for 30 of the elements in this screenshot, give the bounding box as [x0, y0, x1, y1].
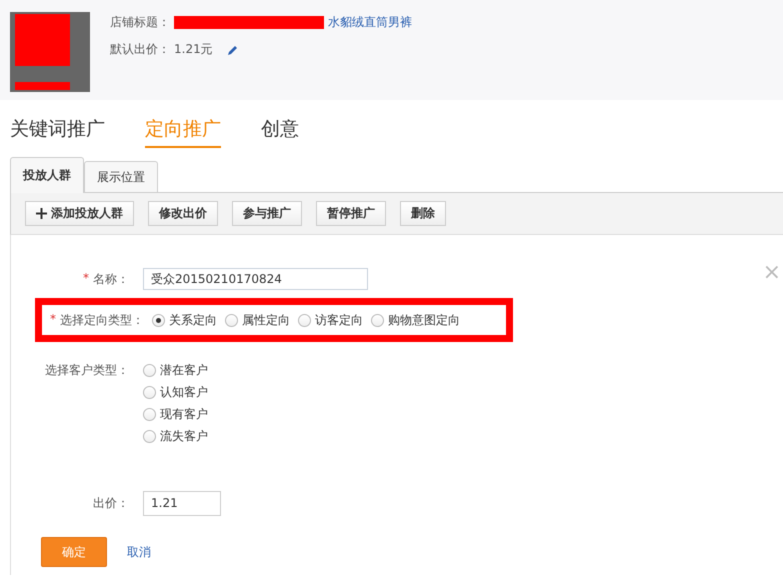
- toolbar-button[interactable]: 删除: [400, 201, 446, 226]
- required-mark: *: [50, 312, 56, 328]
- cancel-link[interactable]: 取消: [127, 544, 151, 560]
- main-tab[interactable]: 关键词推广: [10, 116, 105, 148]
- required-mark: *: [83, 270, 89, 286]
- title-link[interactable]: 水貂绒直筒男裤: [328, 14, 412, 31]
- title-label: 店铺标题：: [110, 14, 170, 31]
- toolbar-button[interactable]: 参与推广: [232, 201, 302, 226]
- name-field[interactable]: 受众20150210170824: [143, 268, 368, 290]
- field-label: 出价：: [93, 494, 129, 512]
- radio-label: 现有客户: [160, 406, 208, 423]
- toolbar-button[interactable]: 修改出价: [148, 201, 218, 226]
- price-label: 默认出价：: [110, 41, 170, 58]
- radio-label: 潜在客户: [160, 362, 208, 379]
- price-value: 1.21元: [174, 41, 213, 58]
- field-label: 选择定向类型：: [60, 312, 144, 328]
- toolbar-button[interactable]: 暂停推广: [316, 201, 386, 226]
- add-button[interactable]: 添加投放人群: [25, 201, 134, 226]
- main-tab[interactable]: 创意: [261, 116, 299, 148]
- sub-tab[interactable]: 展示位置: [84, 161, 158, 192]
- field-label: 选择客户类型：: [45, 362, 129, 379]
- radio-label: 流失客户: [160, 428, 208, 445]
- radio-label: 访客定向: [315, 312, 363, 328]
- radio-label: 购物意图定向: [388, 312, 460, 328]
- radio-label: 属性定向: [242, 312, 290, 328]
- field-label: 名称：: [93, 270, 129, 288]
- radio-label: 认知客户: [160, 384, 208, 401]
- radio-label: 关系定向: [169, 312, 217, 328]
- sub-tab[interactable]: 投放人群: [10, 157, 84, 193]
- bid-field[interactable]: 1.21: [143, 490, 221, 516]
